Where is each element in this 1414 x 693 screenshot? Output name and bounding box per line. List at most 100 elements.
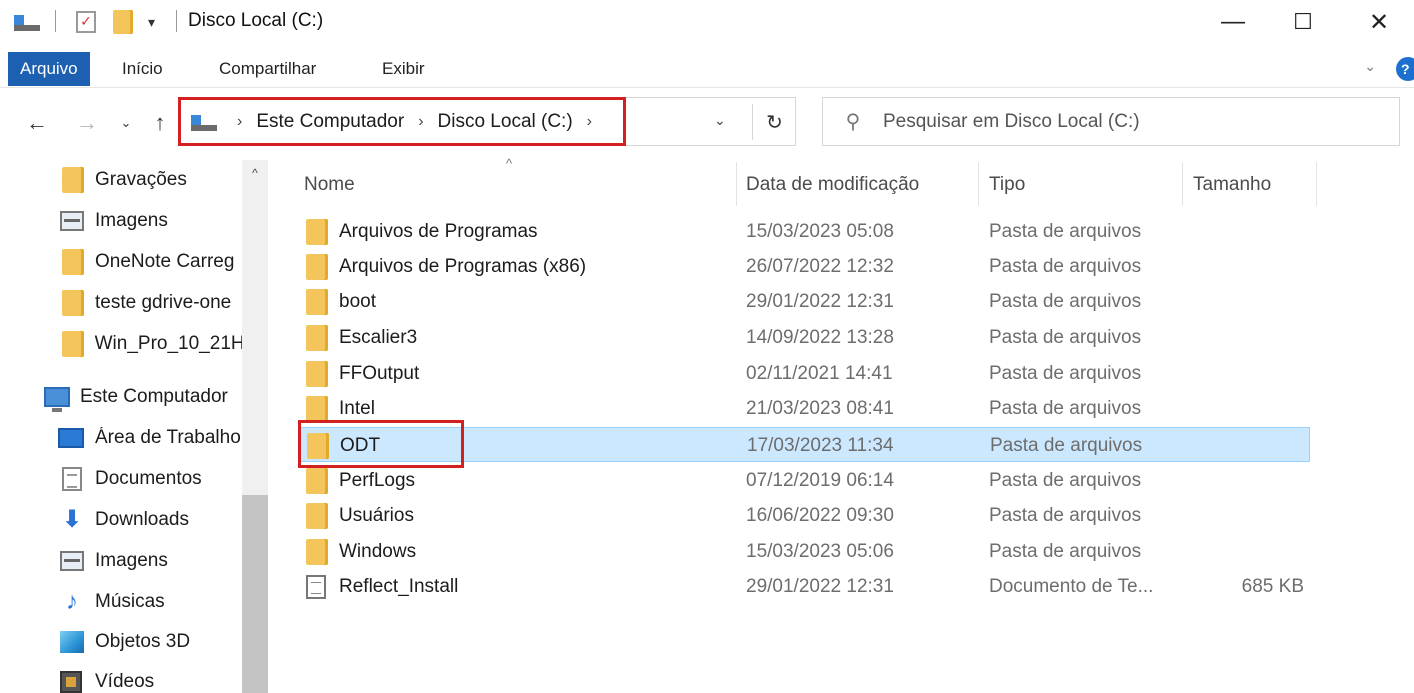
folder-icon: [306, 288, 328, 315]
sidebar-item-documentos[interactable]: Documentos: [62, 463, 202, 495]
window-title: Disco Local (C:): [188, 10, 324, 31]
column-divider[interactable]: [1182, 162, 1183, 206]
file-row[interactable]: Windows 15/03/2023 05:06 Pasta de arquiv…: [298, 534, 1310, 569]
address-history-dropdown[interactable]: ⌄: [714, 112, 726, 129]
file-row[interactable]: Reflect_Install 29/01/2022 12:31 Documen…: [298, 569, 1310, 604]
breadcrumb-separator[interactable]: ›: [587, 113, 592, 131]
file-name: FFOutput: [339, 362, 420, 384]
file-row[interactable]: Usuários 16/06/2022 09:30 Pasta de arqui…: [298, 498, 1310, 533]
sidebar-item-musicas[interactable]: ♪ Músicas: [60, 586, 165, 618]
sidebar-item-label: Win_Pro_10_21H: [94, 333, 242, 354]
new-folder-quick-button[interactable]: [113, 10, 133, 34]
sidebar-item-label: Downloads: [95, 509, 189, 530]
folder-icon: [306, 467, 328, 494]
tab-compartilhar[interactable]: Compartilhar: [219, 53, 316, 85]
file-type: Pasta de arquivos: [989, 540, 1142, 562]
file-row[interactable]: Arquivos de Programas 15/03/2023 05:08 P…: [298, 214, 1310, 249]
breadcrumb-separator: ›: [237, 112, 243, 130]
forward-button[interactable]: →: [72, 108, 102, 138]
scroll-up-arrow-icon[interactable]: ^: [242, 166, 268, 180]
tab-exibir[interactable]: Exibir: [382, 53, 425, 85]
tab-arquivo[interactable]: Arquivo: [8, 52, 90, 86]
column-header-tipo[interactable]: Tipo: [989, 170, 1025, 200]
file-type: Pasta de arquivos: [989, 504, 1142, 526]
tab-inicio[interactable]: Início: [122, 53, 163, 85]
file-size: [1204, 320, 1304, 355]
file-date: 21/03/2023 08:41: [746, 397, 894, 419]
file-size: [1204, 356, 1304, 391]
breadcrumb-separator: ›: [418, 112, 424, 130]
file-type: Documento de Te...: [989, 575, 1154, 597]
sidebar-item-label: OneNote Carreg: [95, 251, 235, 272]
ribbon-tabs: Arquivo Início Compartilhar Exibir ⌄ ?: [0, 50, 1414, 88]
recent-locations-dropdown[interactable]: ⌄: [116, 108, 136, 138]
refresh-button[interactable]: ↻: [752, 104, 796, 140]
column-header-nome[interactable]: Nome: [304, 170, 355, 200]
quick-access-toolbar: [14, 10, 40, 34]
file-size: [1204, 284, 1304, 319]
column-header-tamanho[interactable]: Tamanho: [1193, 170, 1271, 200]
file-row[interactable]: FFOutput 02/11/2021 14:41 Pasta de arqui…: [298, 356, 1310, 391]
drive-icon: [191, 113, 217, 131]
file-size: 685 KB: [1241, 575, 1304, 597]
minimize-button[interactable]: —: [1198, 0, 1268, 44]
computer-icon: [44, 387, 70, 412]
up-button[interactable]: ↑: [146, 108, 174, 138]
folder-icon: [62, 331, 84, 357]
back-button[interactable]: ←: [22, 108, 52, 138]
music-icon: ♪: [66, 588, 78, 615]
sidebar-item-label: Área de Trabalho: [95, 427, 241, 448]
search-placeholder: Pesquisar em Disco Local (C:): [883, 110, 1140, 132]
file-name: PerfLogs: [339, 469, 416, 491]
customize-quick-access-dropdown[interactable]: ▾: [148, 10, 155, 34]
column-divider[interactable]: [978, 162, 979, 206]
sidebar-scroll-thumb[interactable]: [242, 495, 268, 693]
sidebar-item-teste-gdrive[interactable]: teste gdrive-one: [62, 287, 242, 319]
file-row[interactable]: Escalier3 14/09/2022 13:28 Pasta de arqu…: [298, 320, 1310, 355]
toolbar-separator: [55, 10, 56, 32]
file-row[interactable]: Arquivos de Programas (x86) 26/07/2022 1…: [298, 249, 1310, 284]
search-box[interactable]: ⚲ Pesquisar em Disco Local (C:): [822, 97, 1400, 146]
breadcrumb-disco-local[interactable]: Disco Local (C:): [438, 111, 573, 133]
properties-quick-button[interactable]: ✓: [76, 10, 96, 34]
image-icon: [60, 211, 84, 231]
sidebar-item-label: teste gdrive-one: [95, 292, 232, 313]
sidebar-item-label: Este Computador: [80, 386, 228, 407]
video-icon: [60, 671, 82, 693]
close-button[interactable]: ✕: [1344, 0, 1414, 44]
help-icon[interactable]: ?: [1396, 57, 1414, 81]
folder-icon: [306, 253, 328, 280]
folder-icon: [306, 218, 328, 245]
folder-icon: [306, 502, 328, 529]
folder-icon: [306, 395, 328, 422]
breadcrumb-este-computador[interactable]: Este Computador: [256, 111, 404, 133]
sort-ascending-icon: ^: [506, 156, 513, 171]
file-row[interactable]: boot 29/01/2022 12:31 Pasta de arquivos: [298, 284, 1310, 319]
sidebar-item-objetos-3d[interactable]: Objetos 3D: [60, 626, 190, 658]
address-highlight-box: › Este Computador › Disco Local (C:) ›: [178, 97, 626, 146]
file-type: Pasta de arquivos: [990, 434, 1143, 456]
sidebar-item-win-pro[interactable]: Win_Pro_10_21H: [62, 328, 242, 360]
sidebar-item-area-de-trabalho[interactable]: Área de Trabalho: [58, 422, 242, 454]
sidebar-item-imagens-2[interactable]: Imagens: [60, 545, 168, 577]
column-header-data[interactable]: Data de modificação: [746, 170, 919, 200]
maximize-button[interactable]: ☐: [1268, 0, 1338, 44]
expand-ribbon-chevron-icon[interactable]: ⌄: [1364, 58, 1376, 75]
file-name: Escalier3: [339, 326, 418, 348]
sidebar-item-imagens[interactable]: Imagens: [60, 205, 168, 237]
sidebar-item-downloads[interactable]: ⬇ Downloads: [60, 504, 189, 536]
sidebar-item-videos[interactable]: Vídeos: [60, 666, 154, 693]
sidebar-item-label: Objetos 3D: [95, 631, 191, 652]
file-row[interactable]: PerfLogs 07/12/2019 06:14 Pasta de arqui…: [298, 463, 1310, 498]
file-name: boot: [339, 290, 376, 312]
sidebar-item-label: Imagens: [95, 210, 168, 231]
properties-icon: ✓: [76, 11, 96, 33]
column-divider[interactable]: [736, 162, 737, 206]
file-date: 17/03/2023 11:34: [747, 434, 894, 456]
sidebar-item-label: Músicas: [95, 591, 165, 612]
sidebar-item-onenote[interactable]: OneNote Carreg: [62, 246, 242, 278]
column-divider[interactable]: [1316, 162, 1317, 206]
sidebar-item-gravacoes[interactable]: Gravações: [62, 164, 187, 196]
sidebar-item-este-computador[interactable]: Este Computador: [44, 381, 242, 413]
sidebar-item-label: Imagens: [95, 550, 168, 571]
